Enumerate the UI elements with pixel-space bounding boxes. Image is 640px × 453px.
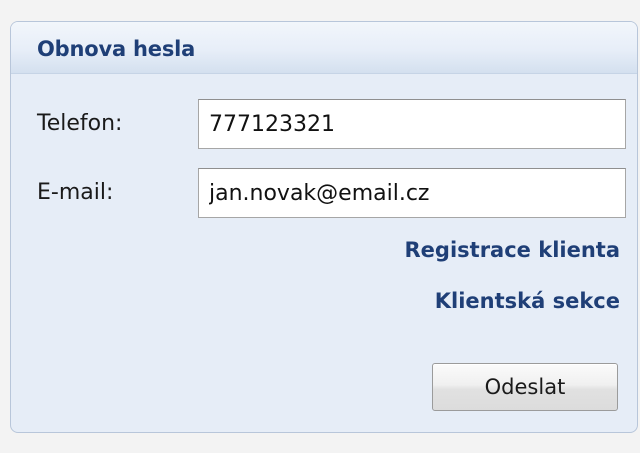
register-client-link[interactable]: Registrace klienta xyxy=(405,237,620,263)
email-row: E-mail: xyxy=(11,168,637,218)
phone-row: Telefon: xyxy=(11,99,637,149)
email-label: E-mail: xyxy=(37,180,114,205)
phone-label: Telefon: xyxy=(37,111,123,136)
panel-header: Obnova hesla xyxy=(11,22,637,74)
password-recovery-panel: Obnova hesla Telefon: E-mail: Registrace… xyxy=(10,21,638,433)
client-section-link[interactable]: Klientská sekce xyxy=(435,288,620,314)
panel-title: Obnova hesla xyxy=(37,37,196,61)
submit-button[interactable]: Odeslat xyxy=(432,363,618,411)
phone-input[interactable] xyxy=(198,99,626,149)
email-input[interactable] xyxy=(198,168,626,218)
